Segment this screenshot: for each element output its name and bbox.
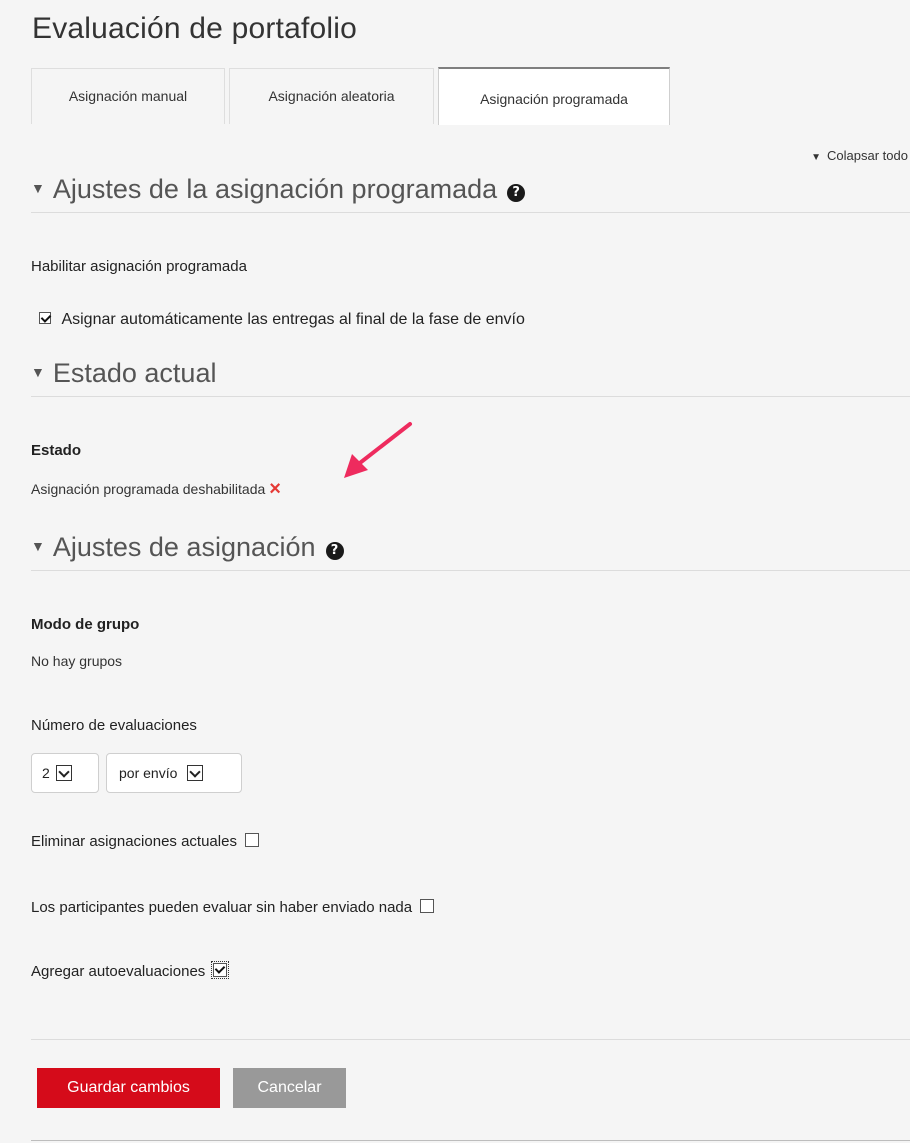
caret-down-icon: ▼ [31,363,45,380]
enable-scheduled-label: Habilitar asignación programada [31,258,247,275]
section-header-status[interactable]: ▼ Estado actual [31,358,910,397]
collapse-all-label: Colapsar todo [827,148,908,163]
chevron-down-icon [187,765,204,781]
remove-current-checkbox[interactable] [245,833,260,848]
tab-bar: Asignación manual Asignación aleatoria A… [31,67,910,125]
chevron-down-icon [55,765,72,781]
section-header-scheduled[interactable]: ▼ Ajustes de la asignación programada? [31,174,910,213]
page-bottom-border [31,1140,910,1141]
tab-label: Asignación aleatoria [268,87,395,104]
num-reviews-value: 2 [42,765,50,781]
page-title: Evaluación de portafolio [32,12,358,45]
caret-down-icon: ▼ [811,152,822,163]
self-assessment-label: Agregar autoevaluaciones [31,963,206,980]
group-mode-value: No hay grupos [31,653,123,669]
remove-current-row: Eliminar asignaciones actuales [31,833,260,850]
disabled-x-icon: × [269,478,281,500]
tab-label: Asignación programada [480,91,628,107]
per-value: por envío [119,765,178,781]
status-label: Estado [31,442,82,459]
tab-random-allocation[interactable]: Asignación aleatoria [229,68,434,124]
num-reviews-label: Número de evaluaciones [31,717,197,734]
form-divider [31,1039,910,1040]
section-header-allocation-settings[interactable]: ▼ Ajustes de asignación? [31,532,910,571]
tab-scheduled-allocation[interactable]: Asignación programada [438,67,670,125]
auto-assign-row: Asignar automáticamente las entregas al … [39,311,525,329]
without-submission-row: Los participantes pueden evaluar sin hab… [31,899,435,916]
help-icon[interactable]: ? [507,183,526,202]
status-value: Asignación programada deshabilitada [31,481,266,498]
num-reviews-select[interactable]: 2 [31,753,99,793]
tab-manual-allocation[interactable]: Asignación manual [31,68,225,124]
self-assessment-checkbox[interactable] [211,961,230,980]
without-submission-checkbox[interactable] [420,899,435,914]
section-title: Ajustes de la asignación programada [52,174,498,204]
without-submission-label: Los participantes pueden evaluar sin hab… [31,899,413,916]
caret-down-icon: ▼ [31,537,45,554]
auto-assign-checkbox[interactable] [39,311,51,324]
per-select[interactable]: por envío [106,753,242,793]
group-mode-label: Modo de grupo [31,616,140,633]
help-icon[interactable]: ? [325,541,344,560]
collapse-all-link[interactable]: ▼ Colapsar todo [811,148,908,163]
tab-label: Asignación manual [68,87,188,104]
annotation-arrow-icon [344,422,412,478]
status-row: Asignación programada deshabilitada × [31,478,281,502]
auto-assign-label: Asignar automáticamente las entregas al … [61,311,525,328]
section-title: Estado actual [52,358,217,388]
section-title: Ajustes de asignación [52,532,316,562]
save-changes-button[interactable]: Guardar cambios [37,1068,220,1108]
remove-current-label: Eliminar asignaciones actuales [31,833,237,850]
cancel-button[interactable]: Cancelar [233,1068,346,1108]
caret-down-icon: ▼ [31,179,45,196]
self-assessment-row: Agregar autoevaluaciones [31,961,230,980]
